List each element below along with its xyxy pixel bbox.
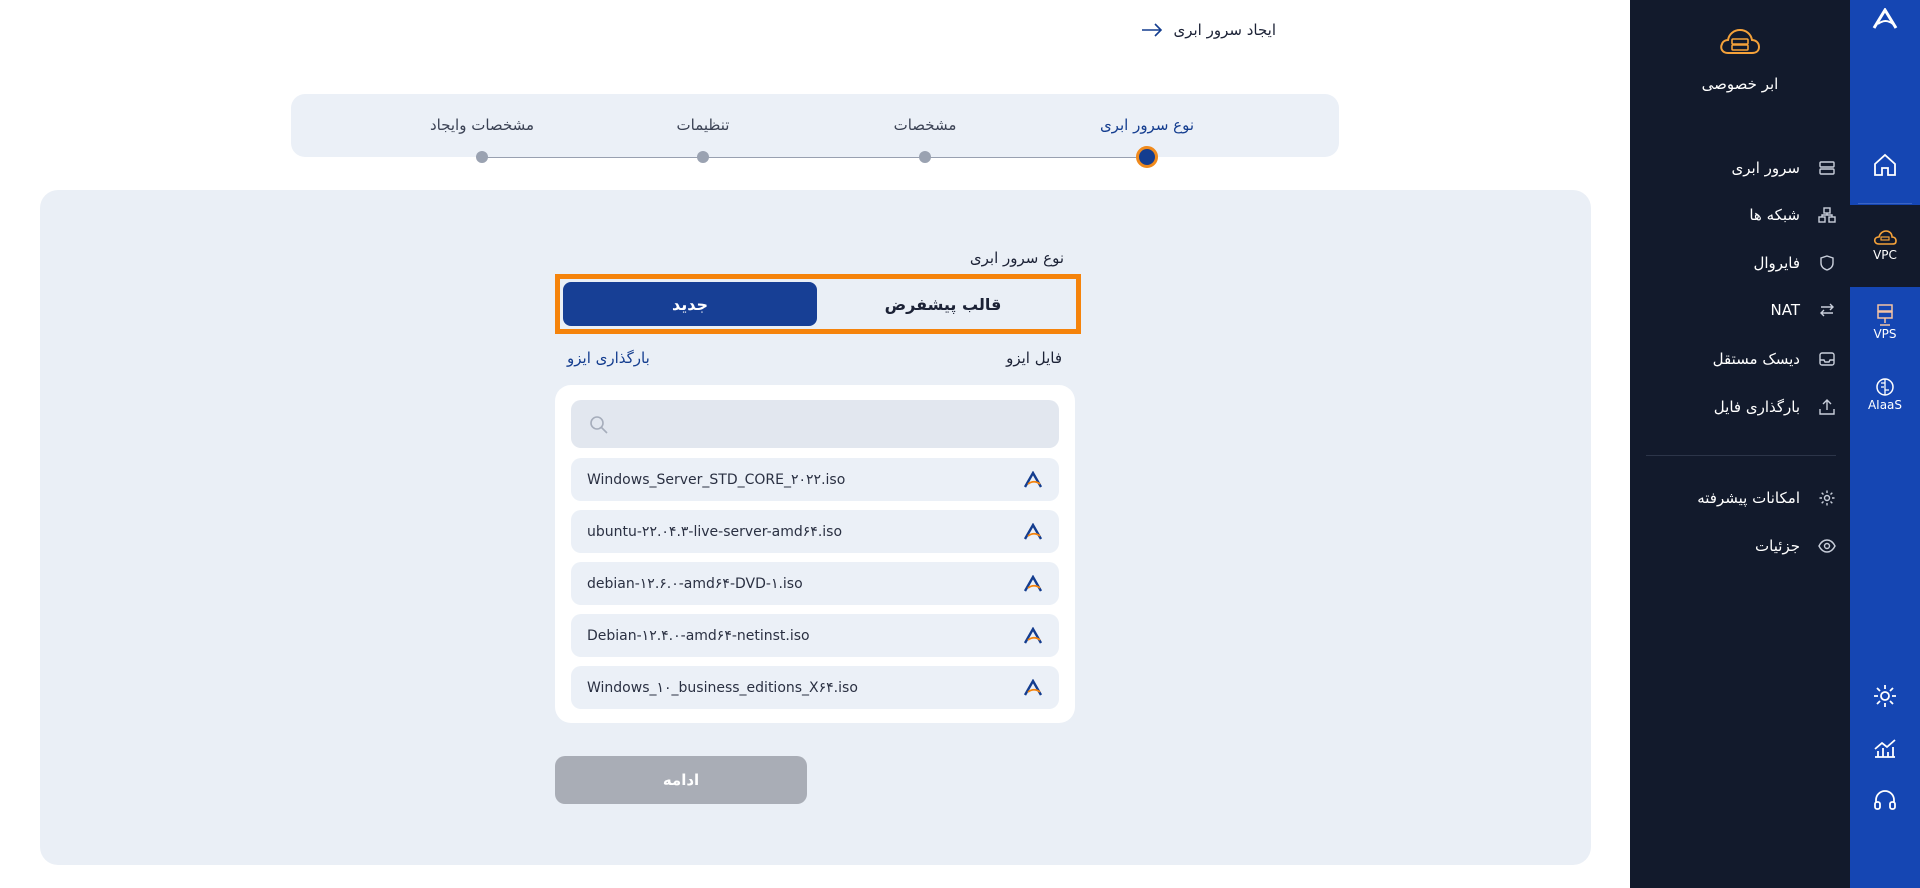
arrows-icon — [1820, 303, 1834, 317]
sidebar-item-label: دیسک مستقل — [1712, 350, 1800, 368]
upload-icon — [1819, 399, 1835, 415]
step-dot-active — [1136, 146, 1158, 168]
brand-logo-icon — [1023, 626, 1043, 645]
rail-item-vpc[interactable]: VPC — [1850, 228, 1920, 262]
settings-icon — [1874, 685, 1896, 707]
iso-file-name: Windows_Server_STD_CORE_۲۰۲۲.iso — [587, 471, 846, 488]
iso-file-name: Debian-۱۲.۴.۰-amd۶۴-netinst.iso — [587, 627, 810, 644]
rail-support-button[interactable] — [1850, 788, 1920, 814]
sidebar-item-details[interactable]: جزئیات — [1755, 537, 1836, 555]
rail-label: VPC — [1873, 248, 1897, 262]
iso-list: Windows_Server_STD_CORE_۲۰۲۲.iso ubuntu-… — [555, 385, 1075, 723]
step-label-create: مشخصات وایجاد — [429, 116, 535, 134]
brand-logo-icon — [1023, 574, 1043, 593]
tab-new[interactable]: جدید — [563, 282, 817, 326]
rail-chart-button[interactable] — [1850, 735, 1920, 761]
arrow-right-icon — [1142, 23, 1163, 37]
home-icon — [1874, 153, 1896, 176]
cloud-server-icon — [1873, 230, 1897, 245]
rail-settings-button[interactable] — [1850, 683, 1920, 709]
sidebar-item-label: امکانات پیشرفته — [1697, 489, 1800, 507]
eye-icon — [1818, 539, 1836, 553]
step-dot — [697, 151, 709, 163]
rail-item-aiaas[interactable]: AIaaS — [1850, 376, 1920, 412]
back-link[interactable]: ایجاد سرور ابری — [1141, 21, 1276, 39]
sidebar-item-label: NAT — [1770, 301, 1800, 319]
sidebar-item-disk[interactable]: دیسک مستقل — [1713, 350, 1836, 368]
sidebar-item-label: بارگذاری فایل — [1713, 398, 1800, 416]
sidebar-item-upload[interactable]: بارگذاری فایل — [1714, 398, 1836, 416]
step-dot — [476, 151, 488, 163]
cloud-server-icon — [1720, 28, 1761, 54]
search-input[interactable] — [571, 400, 1059, 448]
disk-icon — [1819, 352, 1835, 366]
step-label-type: نوع سرور ابری — [1099, 116, 1195, 134]
list-item[interactable]: debian-۱۲.۶.۰-amd۶۴-DVD-۱.iso — [571, 562, 1059, 605]
upload-iso-link[interactable]: بارگذاری ایزو — [567, 349, 650, 367]
stepper-line — [482, 157, 1147, 158]
sidebar-title: ابر خصوصی — [1701, 75, 1779, 93]
rail-label: VPS — [1873, 327, 1897, 341]
brand-logo-icon — [1023, 522, 1043, 541]
iso-file-name: ubuntu-۲۲.۰۴.۳-live-server-amd۶۴.iso — [587, 523, 843, 540]
step-label-specs: مشخصات — [893, 116, 957, 134]
list-item[interactable]: Windows_Server_STD_CORE_۲۰۲۲.iso — [571, 458, 1059, 501]
sidebar-item-networks[interactable]: شبکه ها — [1749, 206, 1836, 224]
tab-default-template[interactable]: قالب پیشفرض — [816, 282, 1070, 326]
vps-icon — [1877, 304, 1893, 326]
sidebar-item-cloud-server[interactable]: سرور ابری — [1732, 159, 1836, 177]
list-item[interactable]: Debian-۱۲.۴.۰-amd۶۴-netinst.iso — [571, 614, 1059, 657]
server-icon — [1819, 161, 1835, 175]
sidebar-item-label: فایروال — [1753, 254, 1800, 272]
sidebar-item-firewall[interactable]: فایروال — [1753, 254, 1836, 272]
home-button[interactable] — [1850, 152, 1920, 178]
rail-item-vps[interactable]: VPS — [1850, 303, 1920, 341]
iso-file-name: Windows_۱۰_business_editions_X۶۴.iso — [587, 679, 858, 696]
brand-logo-icon — [1023, 678, 1043, 697]
sidebar-item-label: شبکه ها — [1749, 206, 1800, 224]
gear-icon — [1819, 490, 1835, 506]
server-type-title: نوع سرور ابری — [969, 249, 1064, 267]
step-label-settings: تنظیمات — [676, 116, 730, 134]
iso-file-label: فایل ایزو — [1006, 349, 1062, 367]
rail-label: AIaaS — [1867, 398, 1903, 412]
brand-logo-icon — [1023, 470, 1043, 489]
back-label: ایجاد سرور ابری — [1173, 21, 1276, 39]
step-dot — [919, 151, 931, 163]
sidebar-item-label: سرور ابری — [1731, 159, 1800, 177]
support-icon — [1874, 790, 1896, 810]
sidebar-divider — [1646, 455, 1836, 456]
sidebar — [1630, 0, 1850, 888]
network-icon — [1818, 207, 1836, 223]
shield-icon — [1820, 255, 1834, 271]
brand-logo-icon — [1872, 8, 1898, 29]
list-item[interactable]: Windows_۱۰_business_editions_X۶۴.iso — [571, 666, 1059, 709]
search-icon — [590, 416, 608, 434]
ai-brain-icon — [1876, 378, 1894, 396]
chart-icon — [1874, 739, 1896, 758]
list-item[interactable]: ubuntu-۲۲.۰۴.۳-live-server-amd۶۴.iso — [571, 510, 1059, 553]
rail-divider — [1858, 203, 1912, 204]
server-type-toggle: قالب پیشفرض جدید — [555, 274, 1081, 334]
sidebar-item-advanced[interactable]: امکانات پیشرفته — [1697, 489, 1836, 507]
sidebar-item-label: جزئیات — [1755, 537, 1800, 555]
continue-button[interactable]: ادامه — [555, 756, 807, 804]
main-content: ایجاد سرور ابری نوع سرور ابری مشخصات تنظ… — [0, 0, 1630, 888]
sidebar-item-nat[interactable]: NAT — [1771, 301, 1836, 319]
iso-file-name: debian-۱۲.۶.۰-amd۶۴-DVD-۱.iso — [587, 575, 803, 592]
